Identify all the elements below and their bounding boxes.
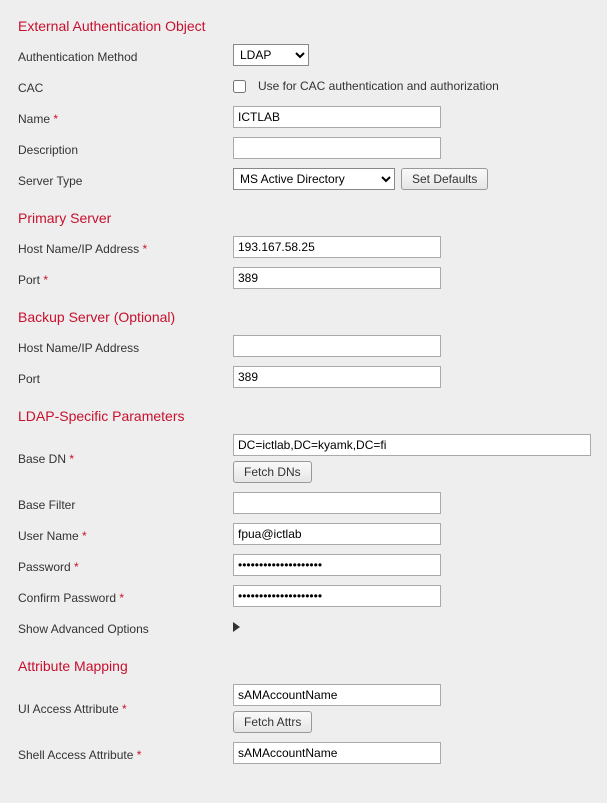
auth-method-label: Authentication Method — [18, 47, 233, 64]
fetch-dns-button[interactable]: Fetch DNs — [233, 461, 312, 483]
backup-host-input[interactable] — [233, 335, 441, 357]
base-dn-input[interactable] — [233, 434, 591, 456]
name-label: Name * — [18, 109, 233, 126]
name-input[interactable] — [233, 106, 441, 128]
section-title-ldap: LDAP-Specific Parameters — [18, 408, 589, 424]
confirm-password-label: Confirm Password * — [18, 588, 233, 605]
section-title-ext-auth: External Authentication Object — [18, 18, 589, 34]
section-title-primary: Primary Server — [18, 210, 589, 226]
expand-advanced-icon[interactable] — [233, 622, 240, 632]
backup-port-label: Port — [18, 369, 233, 386]
section-title-backup: Backup Server (Optional) — [18, 309, 589, 325]
shell-access-attr-input[interactable] — [233, 742, 441, 764]
base-filter-label: Base Filter — [18, 495, 233, 512]
password-label: Password * — [18, 557, 233, 574]
base-filter-input[interactable] — [233, 492, 441, 514]
set-defaults-button[interactable]: Set Defaults — [401, 168, 488, 190]
cac-row-label: CAC — [18, 78, 233, 95]
username-input[interactable] — [233, 523, 441, 545]
server-type-label: Server Type — [18, 171, 233, 188]
shell-access-attr-label: Shell Access Attribute * — [18, 745, 233, 762]
description-input[interactable] — [233, 137, 441, 159]
backup-host-label: Host Name/IP Address — [18, 338, 233, 355]
password-input[interactable] — [233, 554, 441, 576]
cac-checkbox[interactable] — [233, 80, 246, 93]
cac-text: Use for CAC authentication and authoriza… — [258, 79, 499, 93]
ui-access-attr-input[interactable] — [233, 684, 441, 706]
fetch-attrs-button[interactable]: Fetch Attrs — [233, 711, 312, 733]
ui-access-attr-label: UI Access Attribute * — [18, 684, 233, 716]
primary-host-input[interactable] — [233, 236, 441, 258]
backup-port-input[interactable] — [233, 366, 441, 388]
primary-port-input[interactable] — [233, 267, 441, 289]
confirm-password-input[interactable] — [233, 585, 441, 607]
username-label: User Name * — [18, 526, 233, 543]
server-type-select[interactable]: MS Active Directory — [233, 168, 395, 190]
auth-method-select[interactable]: LDAP — [233, 44, 309, 66]
primary-host-label: Host Name/IP Address * — [18, 239, 233, 256]
base-dn-label: Base DN * — [18, 434, 233, 466]
advanced-options-label: Show Advanced Options — [18, 619, 233, 636]
section-title-attr: Attribute Mapping — [18, 658, 589, 674]
description-label: Description — [18, 140, 233, 157]
primary-port-label: Port * — [18, 270, 233, 287]
